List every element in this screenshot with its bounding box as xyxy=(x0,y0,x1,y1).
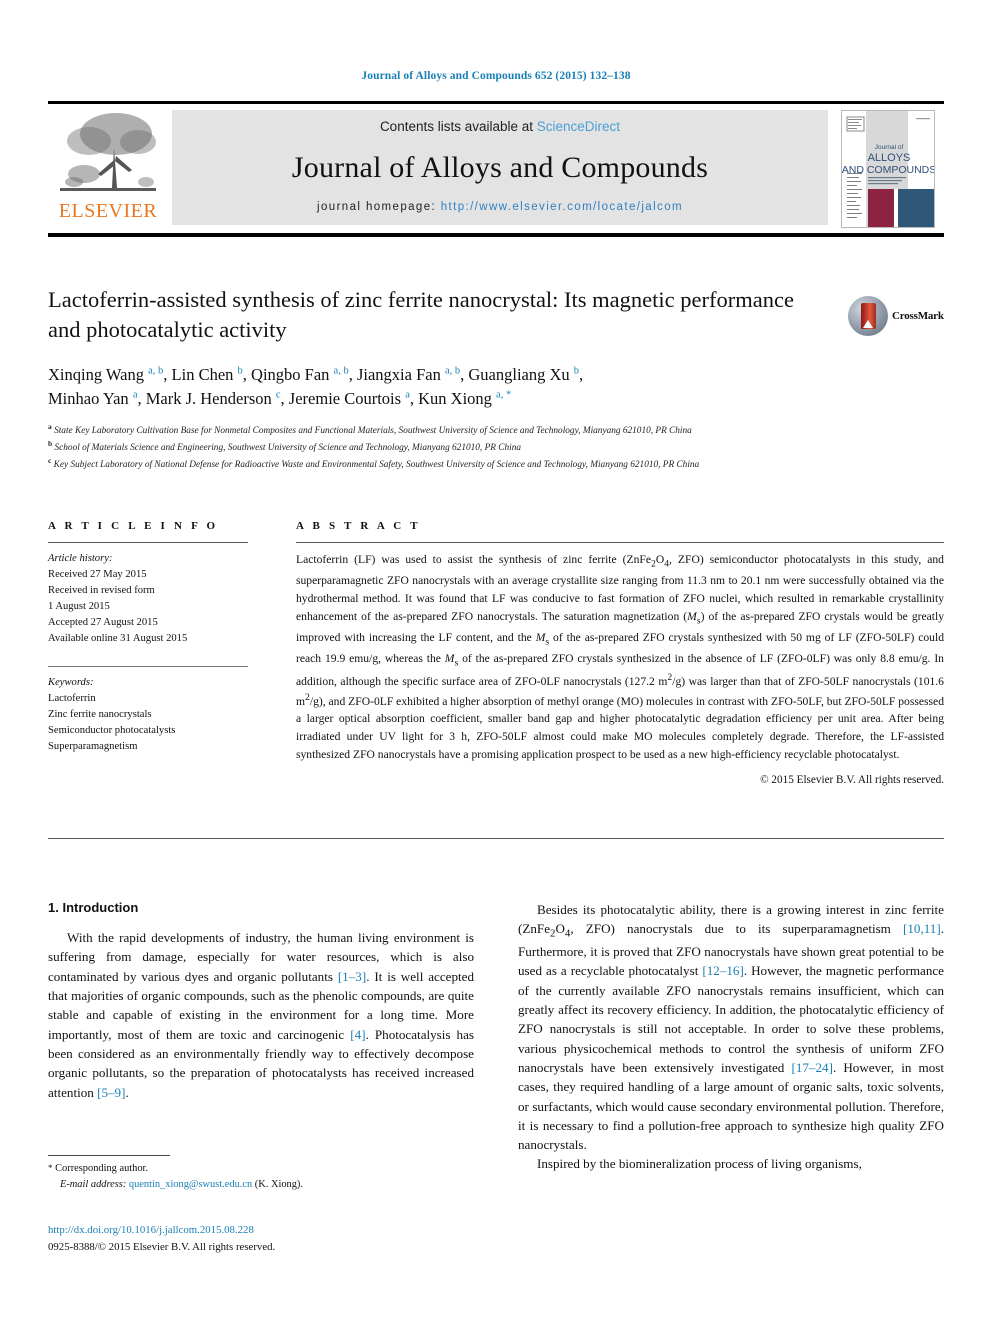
body-right-column: Besides its photocatalytic ability, ther… xyxy=(518,900,944,1174)
article-info-divider-mid xyxy=(48,665,248,667)
doi-footer: http://dx.doi.org/10.1016/j.jallcom.2015… xyxy=(48,1222,548,1255)
affiliation-marker-c: c xyxy=(48,455,52,465)
contents-available-line: Contents lists available at ScienceDirec… xyxy=(380,119,620,134)
body-left-column: 1. Introduction With the rapid developme… xyxy=(48,900,474,1174)
affiliation-c: c Key Subject Laboratory of National Def… xyxy=(48,456,848,472)
title-block: Lactoferrin-assisted synthesis of zinc f… xyxy=(48,285,944,473)
journal-cover-container: Journal of ALLOYS AND COMPOUNDS xyxy=(832,104,944,233)
footnote-email-link[interactable]: quentin_xiong@swust.edu.cn xyxy=(129,1179,252,1190)
elsevier-logo: ELSEVIER xyxy=(48,104,168,233)
footnote-email-label: E-mail address: xyxy=(60,1178,127,1190)
keyword-item: Superparamagnetism xyxy=(48,740,138,752)
abstract-column: A B S T R A C T Lactoferrin (LF) was use… xyxy=(296,520,944,786)
affiliation-list: a State Key Laboratory Cultivation Base … xyxy=(48,422,848,472)
affiliation-text-a: State Key Laboratory Cultivation Base fo… xyxy=(54,426,692,437)
intro-paragraph-right-2: Inspired by the biomineralization proces… xyxy=(537,1156,862,1172)
author-line-2: Minhao Yan a, Mark J. Henderson c, Jerem… xyxy=(48,389,512,409)
issn-copyright-line: 0925-8388/© 2015 Elsevier B.V. All right… xyxy=(48,1240,276,1253)
affiliation-a: a State Key Laboratory Cultivation Base … xyxy=(48,422,848,438)
history-item: 1 August 2015 xyxy=(48,601,110,613)
author-line-1: Xinqing Wang a, b, Lin Chen b, Qingbo Fa… xyxy=(48,364,584,384)
abstract-divider-bottom xyxy=(48,838,944,839)
keyword-item: Zinc ferrite nanocrystals xyxy=(48,708,152,720)
journal-homepage-link[interactable]: http://www.elsevier.com/locate/jalcom xyxy=(441,201,683,213)
svg-text:ALLOYS: ALLOYS xyxy=(868,152,911,164)
abstract-divider-top xyxy=(296,542,944,543)
author-list: Xinqing Wang a, b, Lin Chen b, Qingbo Fa… xyxy=(48,363,838,412)
history-item: Accepted 27 August 2015 xyxy=(48,617,158,629)
abstract-copyright: © 2015 Elsevier B.V. All rights reserved… xyxy=(760,774,944,787)
footnote-corresponding-line: * Corresponding author. xyxy=(48,1161,474,1177)
crossmark-label: CrossMark xyxy=(892,310,944,322)
paper-page: Journal of Alloys and Compounds 652 (201… xyxy=(0,0,992,1323)
abstract-body: Lactoferrin (LF) was used to assist the … xyxy=(296,553,945,761)
paper-title: Lactoferrin-assisted synthesis of zinc f… xyxy=(48,287,794,342)
elsevier-tree-icon xyxy=(54,108,162,200)
svg-text:AND COMPOUNDS: AND COMPOUNDS xyxy=(842,164,935,176)
abstract-heading: A B S T R A C T xyxy=(296,520,421,532)
elsevier-wordmark: ELSEVIER xyxy=(58,200,158,222)
keywords-block: Keywords: Lactoferrin Zinc ferrite nanoc… xyxy=(48,675,248,755)
article-info-heading: A R T I C L E I N F O xyxy=(48,520,219,532)
footnote-rule xyxy=(48,1155,170,1156)
running-head: Journal of Alloys and Compounds 652 (201… xyxy=(361,70,631,82)
footnote-email-owner: (K. Xiong). xyxy=(254,1178,303,1190)
article-info-divider-top xyxy=(48,542,248,543)
keyword-item: Lactoferrin xyxy=(48,692,96,704)
history-item: Received 27 May 2015 xyxy=(48,569,147,581)
intro-paragraph-left: With the rapid developments of industry,… xyxy=(48,930,474,1100)
sciencedirect-link[interactable]: ScienceDirect xyxy=(537,119,620,134)
keywords-label: Keywords: xyxy=(48,676,94,688)
history-item: Available online 31 August 2015 xyxy=(48,633,188,645)
journal-homepage-line: journal homepage: http://www.elsevier.co… xyxy=(317,201,683,213)
affiliation-text-b: School of Materials Science and Engineer… xyxy=(54,443,522,454)
affiliation-text-c: Key Subject Laboratory of National Defen… xyxy=(53,460,700,470)
keyword-item: Semiconductor photocatalysts xyxy=(48,724,176,736)
masthead-band: Contents lists available at ScienceDirec… xyxy=(172,110,828,225)
corresponding-author-footnote: * Corresponding author. E-mail address: … xyxy=(48,1155,474,1192)
history-item: Received in revised form xyxy=(48,585,155,597)
section-heading-introduction: 1. Introduction xyxy=(48,900,139,915)
footnote-corresponding-text: Corresponding author. xyxy=(55,1163,149,1174)
info-abstract-region: A R T I C L E I N F O Article history: R… xyxy=(48,520,944,786)
body-two-column: 1. Introduction With the rapid developme… xyxy=(48,900,944,1174)
article-history-label: Article history: xyxy=(48,553,113,564)
crossmark-icon xyxy=(848,296,888,336)
crossmark-book-shape xyxy=(860,303,876,329)
column-gap xyxy=(248,520,296,786)
journal-masthead: ELSEVIER Contents lists available at Sci… xyxy=(48,101,944,237)
affiliation-marker-a: a xyxy=(48,422,52,432)
doi-link[interactable]: http://dx.doi.org/10.1016/j.jallcom.2015… xyxy=(48,1222,548,1239)
affiliation-marker-b: b xyxy=(48,439,53,449)
footnote-star-marker: * xyxy=(48,1163,53,1173)
homepage-prefix: journal homepage: xyxy=(317,201,441,213)
crossmark-badge[interactable]: CrossMark xyxy=(848,293,944,339)
journal-title: Journal of Alloys and Compounds xyxy=(291,150,709,184)
article-info-column: A R T I C L E I N F O Article history: R… xyxy=(48,520,248,786)
contents-prefix: Contents lists available at xyxy=(379,119,537,134)
article-history: Article history: Received 27 May 2015 Re… xyxy=(48,551,248,648)
journal-cover-thumbnail: Journal of ALLOYS AND COMPOUNDS xyxy=(841,109,935,228)
svg-text:Journal of: Journal of xyxy=(875,144,904,151)
affiliation-b: b School of Materials Science and Engine… xyxy=(48,439,848,455)
intro-paragraph-right-1: Besides its photocatalytic ability, ther… xyxy=(518,902,945,1153)
footnote-email-line: E-mail address: quentin_xiong@swust.edu.… xyxy=(48,1177,474,1193)
